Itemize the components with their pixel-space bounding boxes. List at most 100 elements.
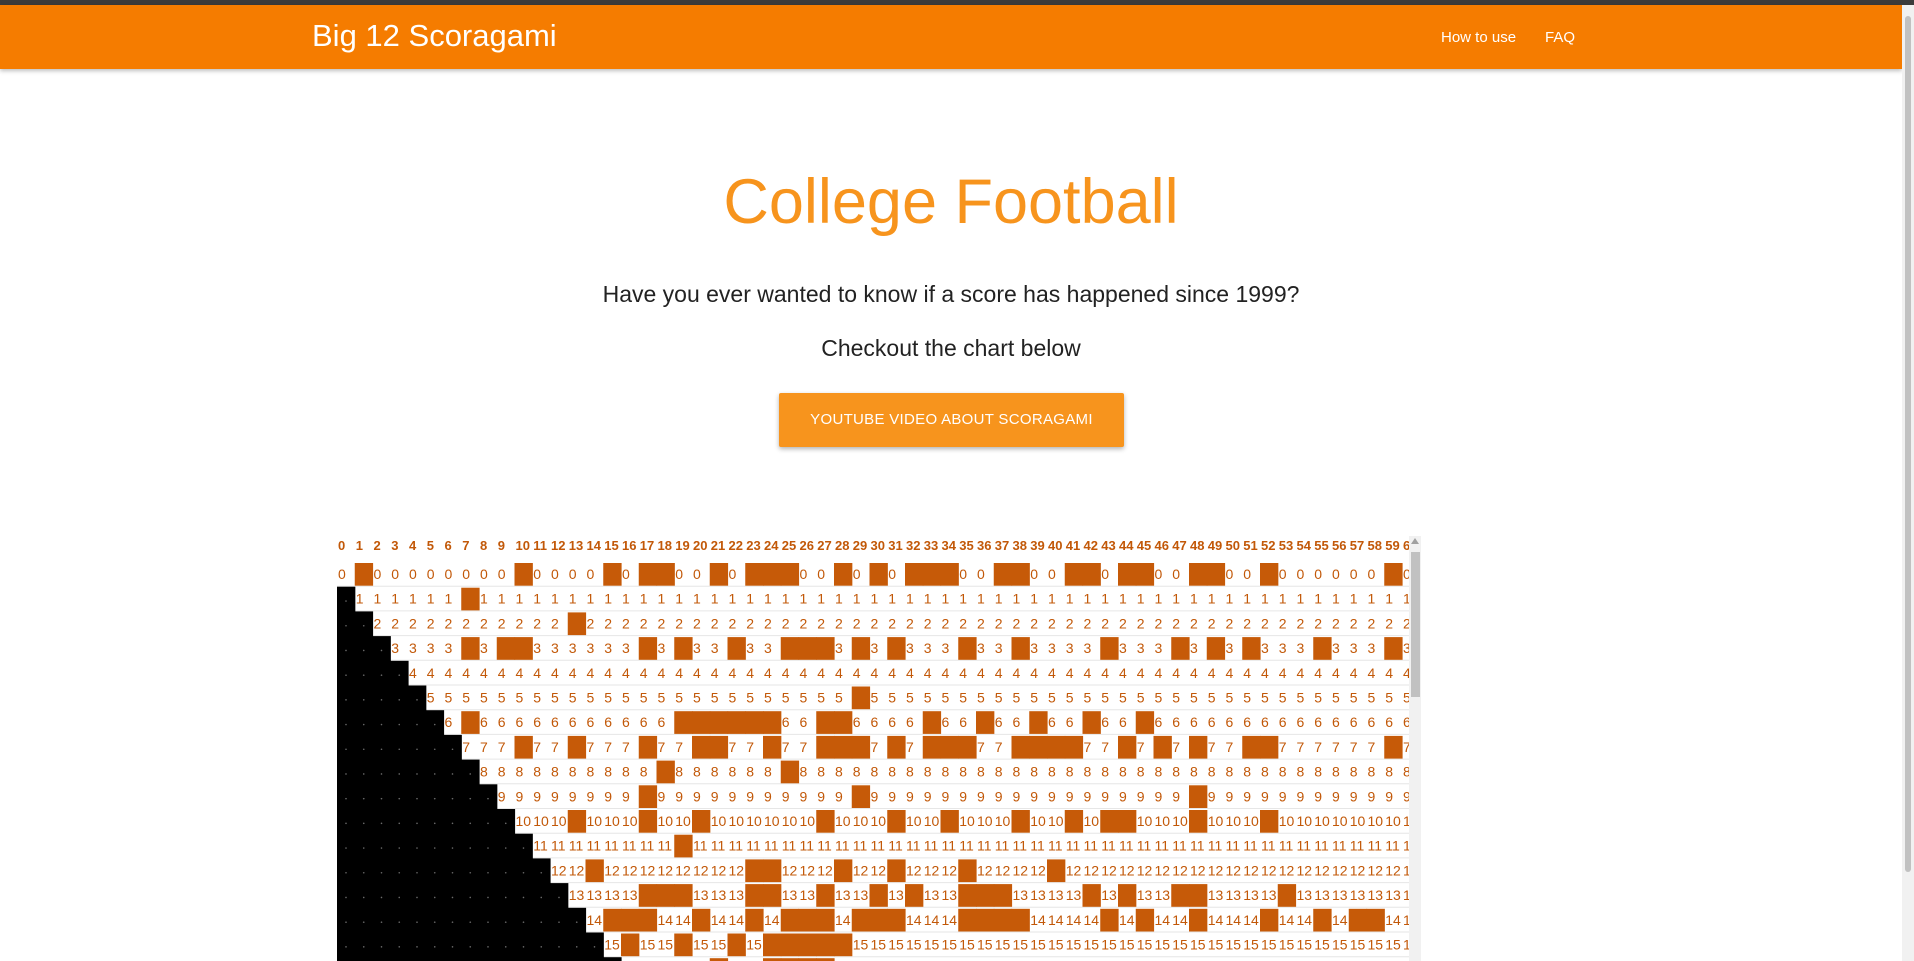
impossible-cell-dot	[345, 797, 347, 800]
unoccurred-score-cell: 7	[604, 739, 612, 755]
column-header-33: 33	[924, 538, 938, 553]
occurred-score-cell	[1118, 735, 1137, 759]
unoccurred-score-cell: 5	[711, 690, 719, 706]
unoccurred-score-cell: 7	[1314, 739, 1322, 755]
unoccurred-score-cell: 9	[871, 788, 879, 804]
unoccurred-score-cell: 1	[1332, 591, 1340, 607]
nav-link-faq[interactable]: FAQ	[1545, 29, 1575, 46]
unoccurred-score-cell: 5	[1048, 690, 1056, 706]
unoccurred-score-cell: 1	[1368, 591, 1376, 607]
unoccurred-score-cell: 11	[533, 838, 548, 854]
occurred-score-cell	[763, 563, 782, 586]
occurred-score-cell	[1135, 711, 1155, 734]
impossible-cell	[354, 809, 374, 835]
occurred-score-cell	[638, 908, 658, 932]
unoccurred-score-cell: 9	[1048, 788, 1056, 804]
unoccurred-score-cell: 5	[764, 690, 772, 706]
unoccurred-score-cell: 4	[1350, 665, 1358, 681]
unoccurred-score-cell: 11	[1101, 838, 1116, 854]
unoccurred-score-cell: 11	[1243, 838, 1258, 854]
unoccurred-score-cell: 6	[888, 714, 896, 730]
unoccurred-score-cell: 1	[533, 591, 541, 607]
unoccurred-score-cell: 11	[1048, 838, 1063, 854]
column-header-10: 10	[516, 538, 530, 553]
unoccurred-score-cell: 10	[1155, 813, 1171, 829]
unoccurred-score-cell: 4	[924, 665, 932, 681]
unoccurred-score-cell: 12	[1172, 862, 1188, 878]
occurred-score-cell	[727, 933, 746, 957]
column-header-3: 3	[391, 538, 398, 553]
occurred-score-cell	[993, 908, 1013, 932]
impossible-cell-dot	[345, 871, 347, 874]
occurred-score-cell	[940, 735, 959, 759]
unoccurred-score-cell: 8	[1297, 764, 1305, 780]
unoccurred-score-cell: 3	[480, 640, 488, 656]
unoccurred-score-cell: 3	[427, 640, 435, 656]
unoccurred-score-cell: 15	[1332, 937, 1348, 953]
unoccurred-score-cell: 15	[658, 937, 674, 953]
unoccurred-score-cell: 10	[906, 813, 922, 829]
chart-scroll-up-icon[interactable]	[1411, 538, 1419, 544]
impossible-cell-dot	[345, 674, 347, 676]
unoccurred-score-cell: 3	[604, 640, 612, 656]
youtube-video-button[interactable]: YOUTUBE VIDEO ABOUT SCORAGAMI	[779, 393, 1124, 447]
impossible-cell	[390, 858, 409, 884]
unoccurred-score-cell: 12	[1368, 862, 1384, 878]
unoccurred-score-cell: 9	[533, 788, 541, 804]
unoccurred-score-cell: 2	[746, 615, 754, 631]
unoccurred-score-cell: 3	[1119, 640, 1127, 656]
occurred-score-cell	[1064, 563, 1084, 586]
occurred-score-cell	[1171, 637, 1190, 660]
unoccurred-score-cell: 14	[924, 912, 940, 928]
unoccurred-score-cell: 9	[693, 788, 701, 804]
impossible-cell	[479, 858, 498, 884]
unoccurred-score-cell: 11	[1368, 838, 1383, 854]
brand-logo[interactable]: Big 12 Scoragami	[312, 18, 557, 54]
unoccurred-score-cell: 12	[1297, 862, 1313, 878]
unoccurred-score-cell: 9	[746, 788, 754, 804]
unoccurred-score-cell: 1	[1261, 591, 1269, 607]
unoccurred-score-cell: 6	[1368, 714, 1376, 730]
chart-scrollbar-thumb[interactable]	[1411, 552, 1420, 697]
impossible-cell	[408, 784, 427, 810]
unoccurred-score-cell: 6	[604, 714, 612, 730]
unoccurred-score-cell: 8	[1279, 764, 1287, 780]
impossible-cell-dot	[522, 896, 525, 899]
unoccurred-score-cell: 11	[942, 838, 957, 854]
unoccurred-score-cell: 4	[516, 665, 524, 681]
column-header-20: 20	[693, 538, 707, 553]
unoccurred-score-cell: 0	[427, 566, 435, 582]
unoccurred-score-cell: 0	[729, 566, 737, 582]
occurred-score-cell	[567, 810, 587, 833]
occurred-score-cell	[816, 711, 835, 734]
unoccurred-score-cell: 6	[1332, 714, 1340, 730]
unoccurred-score-cell: 3	[835, 640, 843, 656]
impossible-cell-dot	[345, 896, 347, 899]
unoccurred-score-cell: 6	[640, 714, 648, 730]
impossible-cell	[443, 759, 462, 785]
unoccurred-score-cell: 13	[1350, 887, 1366, 903]
impossible-cell	[337, 734, 356, 761]
unoccurred-score-cell: 3	[1048, 640, 1056, 656]
impossible-cell	[514, 858, 533, 884]
unoccurred-score-cell: 7	[1172, 739, 1180, 755]
unoccurred-score-cell: 0	[338, 566, 346, 582]
impossible-cell-dot	[451, 946, 454, 948]
unoccurred-score-cell: 2	[516, 615, 524, 631]
nav-link-how-to-use[interactable]: How to use	[1441, 29, 1516, 46]
unoccurred-score-cell: 14	[906, 912, 922, 928]
page-scrollbar-thumb[interactable]	[1905, 16, 1911, 872]
unoccurred-score-cell: 1	[942, 591, 950, 607]
unoccurred-score-cell: 8	[1385, 764, 1393, 780]
unoccurred-score-cell: 1	[374, 591, 382, 607]
unoccurred-score-cell: 2	[1084, 615, 1092, 631]
unoccurred-score-cell: 1	[1048, 591, 1056, 607]
column-header-55: 55	[1314, 538, 1328, 553]
impossible-cell-dot	[522, 871, 525, 874]
unoccurred-score-cell: 9	[1066, 788, 1074, 804]
unoccurred-score-cell: 9	[516, 788, 524, 804]
unoccurred-score-cell: 1	[1350, 591, 1358, 607]
unoccurred-score-cell: 5	[995, 690, 1003, 706]
occurred-score-cell	[940, 810, 959, 833]
unoccurred-score-cell: 10	[977, 813, 993, 829]
